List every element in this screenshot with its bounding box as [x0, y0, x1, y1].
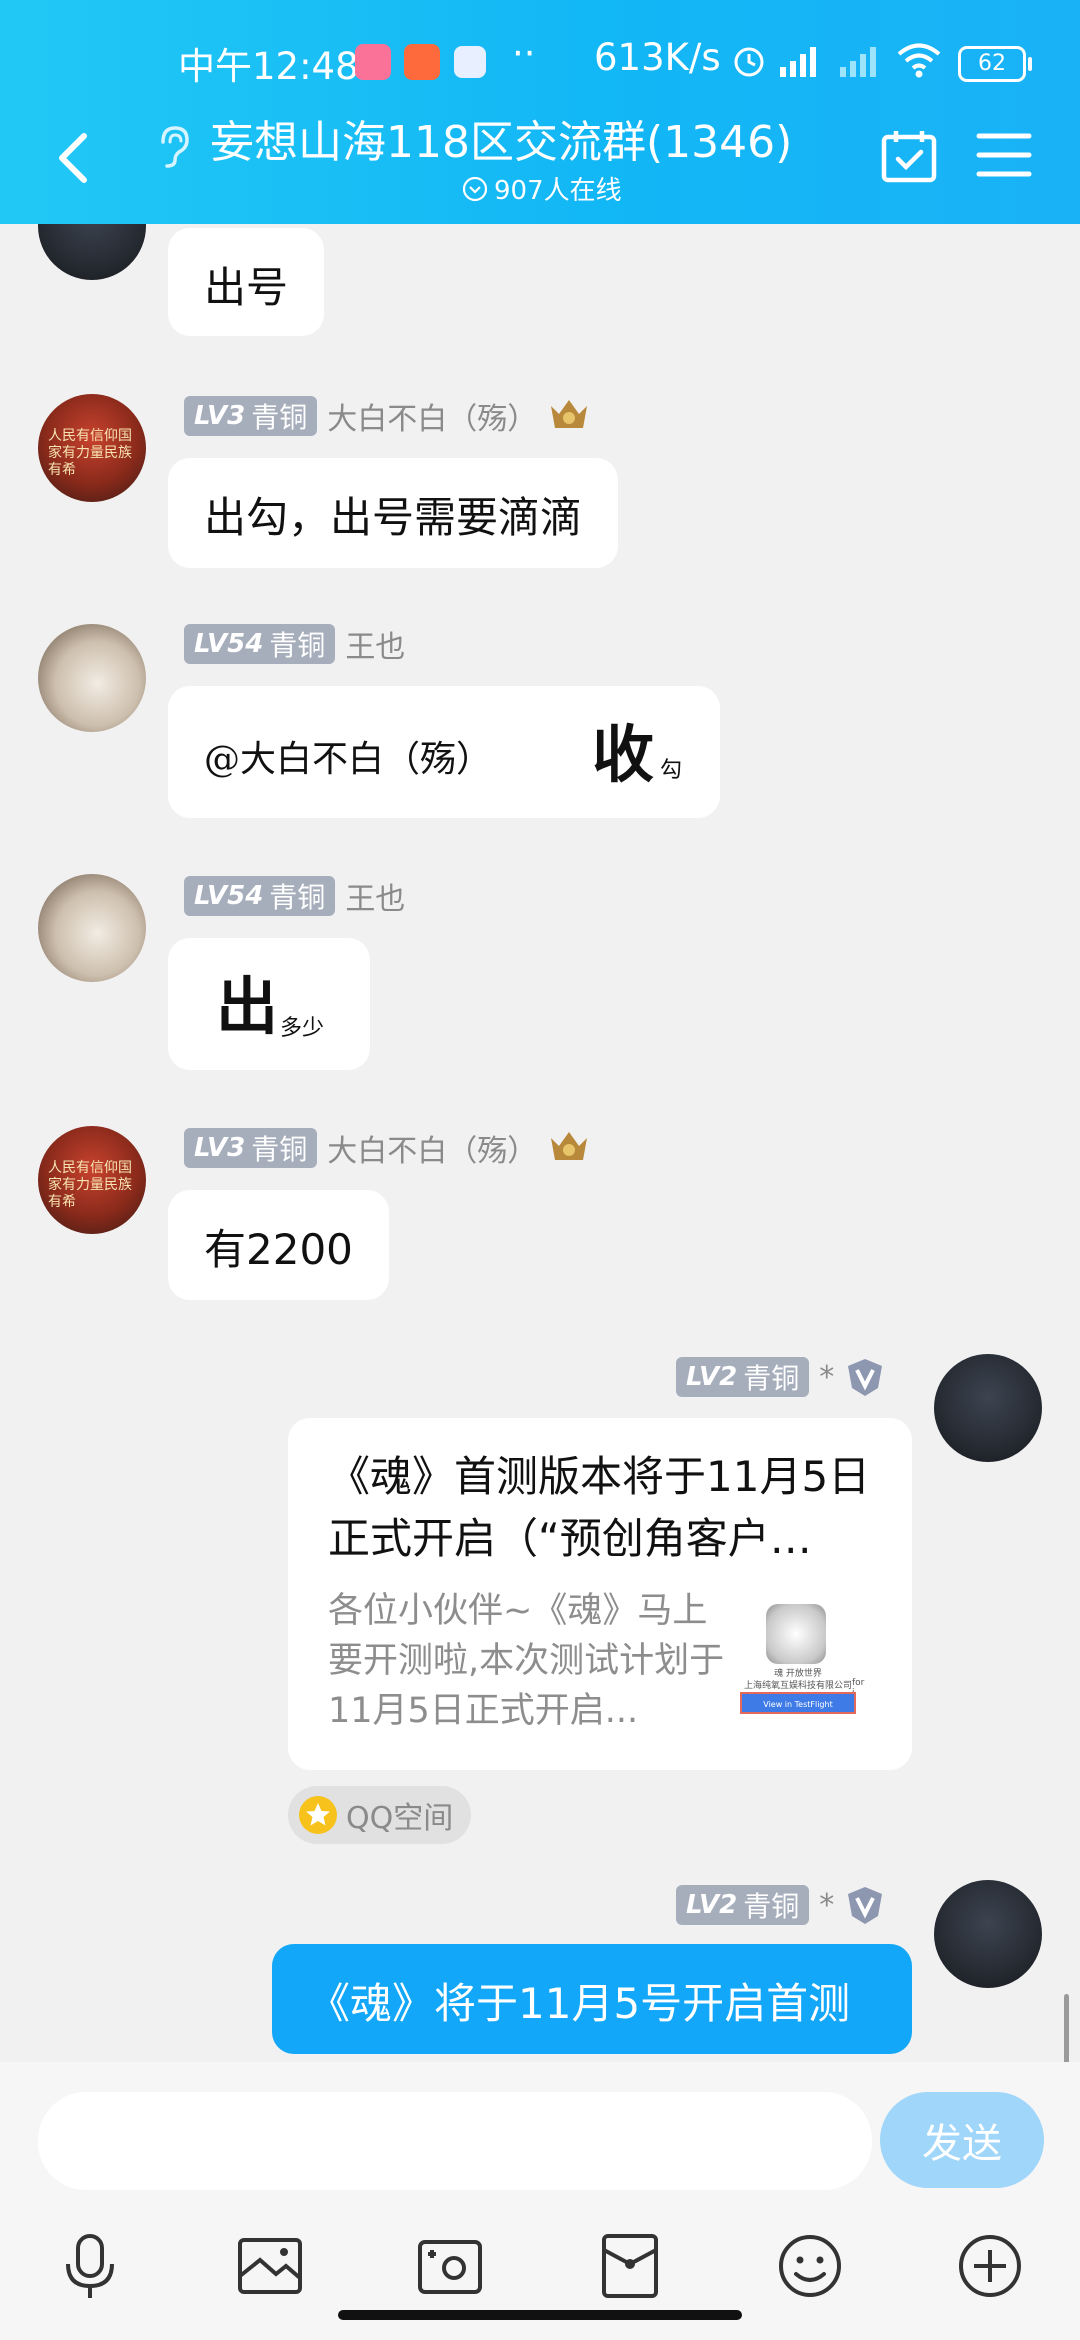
camera-icon[interactable]: [414, 2230, 486, 2302]
back-button[interactable]: [50, 128, 100, 188]
level-badge: LV2 青铜: [676, 1885, 810, 1925]
message-small-char: 多少: [280, 1016, 325, 1041]
menu-icon[interactable]: [976, 130, 1032, 180]
avatar[interactable]: [38, 874, 146, 982]
battery-indicator: 62: [958, 46, 1032, 82]
network-speed: 613K/s: [594, 36, 721, 79]
sender-info: LV2 青铜 *: [676, 1356, 886, 1398]
mention-text[interactable]: @大白不白（殇）: [204, 730, 492, 782]
online-check-icon: [462, 176, 488, 201]
online-count-label: 907人在线: [494, 176, 622, 206]
sender-info: LV54 青铜 王也: [184, 874, 405, 918]
wifi-icon: [897, 43, 941, 78]
image-icon[interactable]: [234, 2230, 306, 2302]
sender-name[interactable]: 王也: [345, 874, 405, 918]
composer: 发送: [0, 2062, 1080, 2340]
qzone-star-icon: [299, 1796, 337, 1834]
bilibili-icon: [355, 44, 391, 80]
sender-info: LV3 青铜 大白不白（殇）: [184, 394, 591, 438]
sender-name[interactable]: 大白不白（殇）: [327, 394, 537, 438]
voice-icon[interactable]: [54, 2230, 126, 2302]
source-label: QQ空间: [346, 1801, 454, 1836]
card-title: 《魂》首测版本将于11月5日正式开启（“预创角客户…: [328, 1452, 871, 1563]
avatar-photo-text: 人民有信仰国家有力量民族有希: [48, 1160, 132, 1210]
signal-hd-icon: [780, 47, 816, 77]
avatar-photo-text: 人民有信仰国家有力量民族有希: [48, 428, 132, 478]
verified-v-icon: [848, 1887, 883, 1924]
thumb-company: 上海纯氧互娱科技有限公司: [743, 1681, 852, 1691]
message-bubble[interactable]: 有2200: [168, 1190, 389, 1300]
app-logo-icon: [766, 1604, 826, 1664]
shop-app-icon: [404, 44, 440, 80]
avatar[interactable]: 人民有信仰国家有力量民族有希: [38, 394, 146, 502]
level-badge: LV54 青铜: [184, 876, 336, 916]
verified-v-icon: [848, 1359, 883, 1396]
card-thumbnail: 魂 开放世界 上海纯氧互娱科技有限公司 for i View in TestFl…: [728, 1596, 868, 1736]
sender-info: LV3 青铜 大白不白（殇）: [184, 1126, 591, 1170]
message-big-char: 收: [592, 718, 655, 791]
sender-info: LV54 青铜 王也: [184, 622, 405, 666]
avatar[interactable]: [38, 224, 146, 280]
emoji-icon[interactable]: [774, 2230, 846, 2302]
online-count[interactable]: 907人在线: [462, 170, 622, 207]
level-badge: LV2 青铜: [676, 1357, 810, 1397]
message-text: 出号: [204, 263, 289, 312]
message-bubble[interactable]: 出 多少: [168, 938, 370, 1070]
message-small-char: 勾: [660, 758, 683, 783]
more-plus-icon[interactable]: [954, 2230, 1026, 2302]
alarm-icon: [734, 47, 764, 77]
red-packet-icon[interactable]: [594, 2230, 666, 2302]
message-bubble[interactable]: @大白不白（殇） 收 勾: [168, 686, 720, 818]
status-icons: [730, 36, 942, 84]
ear-icon[interactable]: [155, 122, 191, 170]
message-text: 有2200: [204, 1225, 353, 1274]
header: 中午12:48 ·· 613K/s 62 妄想山海118区交流群(1346) 9…: [0, 0, 1080, 224]
sender-name[interactable]: 大白不白（殇）: [327, 1126, 537, 1170]
sender-name[interactable]: *: [819, 1888, 834, 1923]
chat-messages[interactable]: 出号 人民有信仰国家有力量民族有希 LV3 青铜 大白不白（殇） 出勾，出号需要滴…: [0, 224, 1080, 2062]
sender-name[interactable]: 王也: [345, 622, 405, 666]
sender-info: LV2 青铜 *: [676, 1884, 886, 1926]
group-title[interactable]: 妄想山海118区交流群(1346): [210, 106, 792, 170]
sender-name[interactable]: *: [819, 1360, 834, 1395]
crown-badge-icon: [551, 400, 588, 428]
self-avatar[interactable]: [934, 1880, 1042, 1988]
message-text: 《魂》将于11月5号开启首测: [308, 1979, 851, 2028]
avatar[interactable]: [38, 624, 146, 732]
cloud-app-icon: [454, 46, 486, 78]
calendar-checkin-icon[interactable]: [880, 128, 938, 184]
crown-badge-icon: [551, 1132, 588, 1160]
level-badge: LV54 青铜: [184, 624, 336, 664]
more-notifications-icon: ··: [512, 32, 536, 75]
source-chip[interactable]: QQ空间: [288, 1786, 472, 1844]
signal-weak-icon: [840, 47, 876, 77]
self-avatar[interactable]: [934, 1354, 1042, 1462]
home-indicator[interactable]: [338, 2310, 742, 2320]
shared-link-card[interactable]: 《魂》首测版本将于11月5日正式开启（“预创角客户… 各位小伙伴~《魂》马上要开…: [288, 1418, 912, 1770]
message-big-char: 出: [216, 970, 279, 1043]
status-time: 中午12:48: [178, 45, 359, 88]
chat-scrollbar[interactable]: [1064, 1994, 1069, 2062]
message-bubble[interactable]: 出勾，出号需要滴滴: [168, 458, 619, 568]
testflight-button: View in TestFlight: [740, 1692, 856, 1714]
message-bubble[interactable]: 出号: [168, 228, 325, 336]
level-badge: LV3 青铜: [184, 396, 318, 436]
avatar[interactable]: 人民有信仰国家有力量民族有希: [38, 1126, 146, 1234]
self-message-bubble[interactable]: 《魂》将于11月5号开启首测: [272, 1944, 912, 2054]
message-text: 出勾，出号需要滴滴: [204, 493, 583, 542]
status-bar: 中午12:48 ·· 613K/s 62: [0, 28, 1080, 98]
message-input[interactable]: [38, 2092, 872, 2190]
send-button[interactable]: 发送: [880, 2092, 1044, 2188]
card-description: 各位小伙伴~《魂》马上要开测啦,本次测试计划于11月5日正式开启...: [328, 1591, 725, 1731]
level-badge: LV3 青铜: [184, 1128, 318, 1168]
